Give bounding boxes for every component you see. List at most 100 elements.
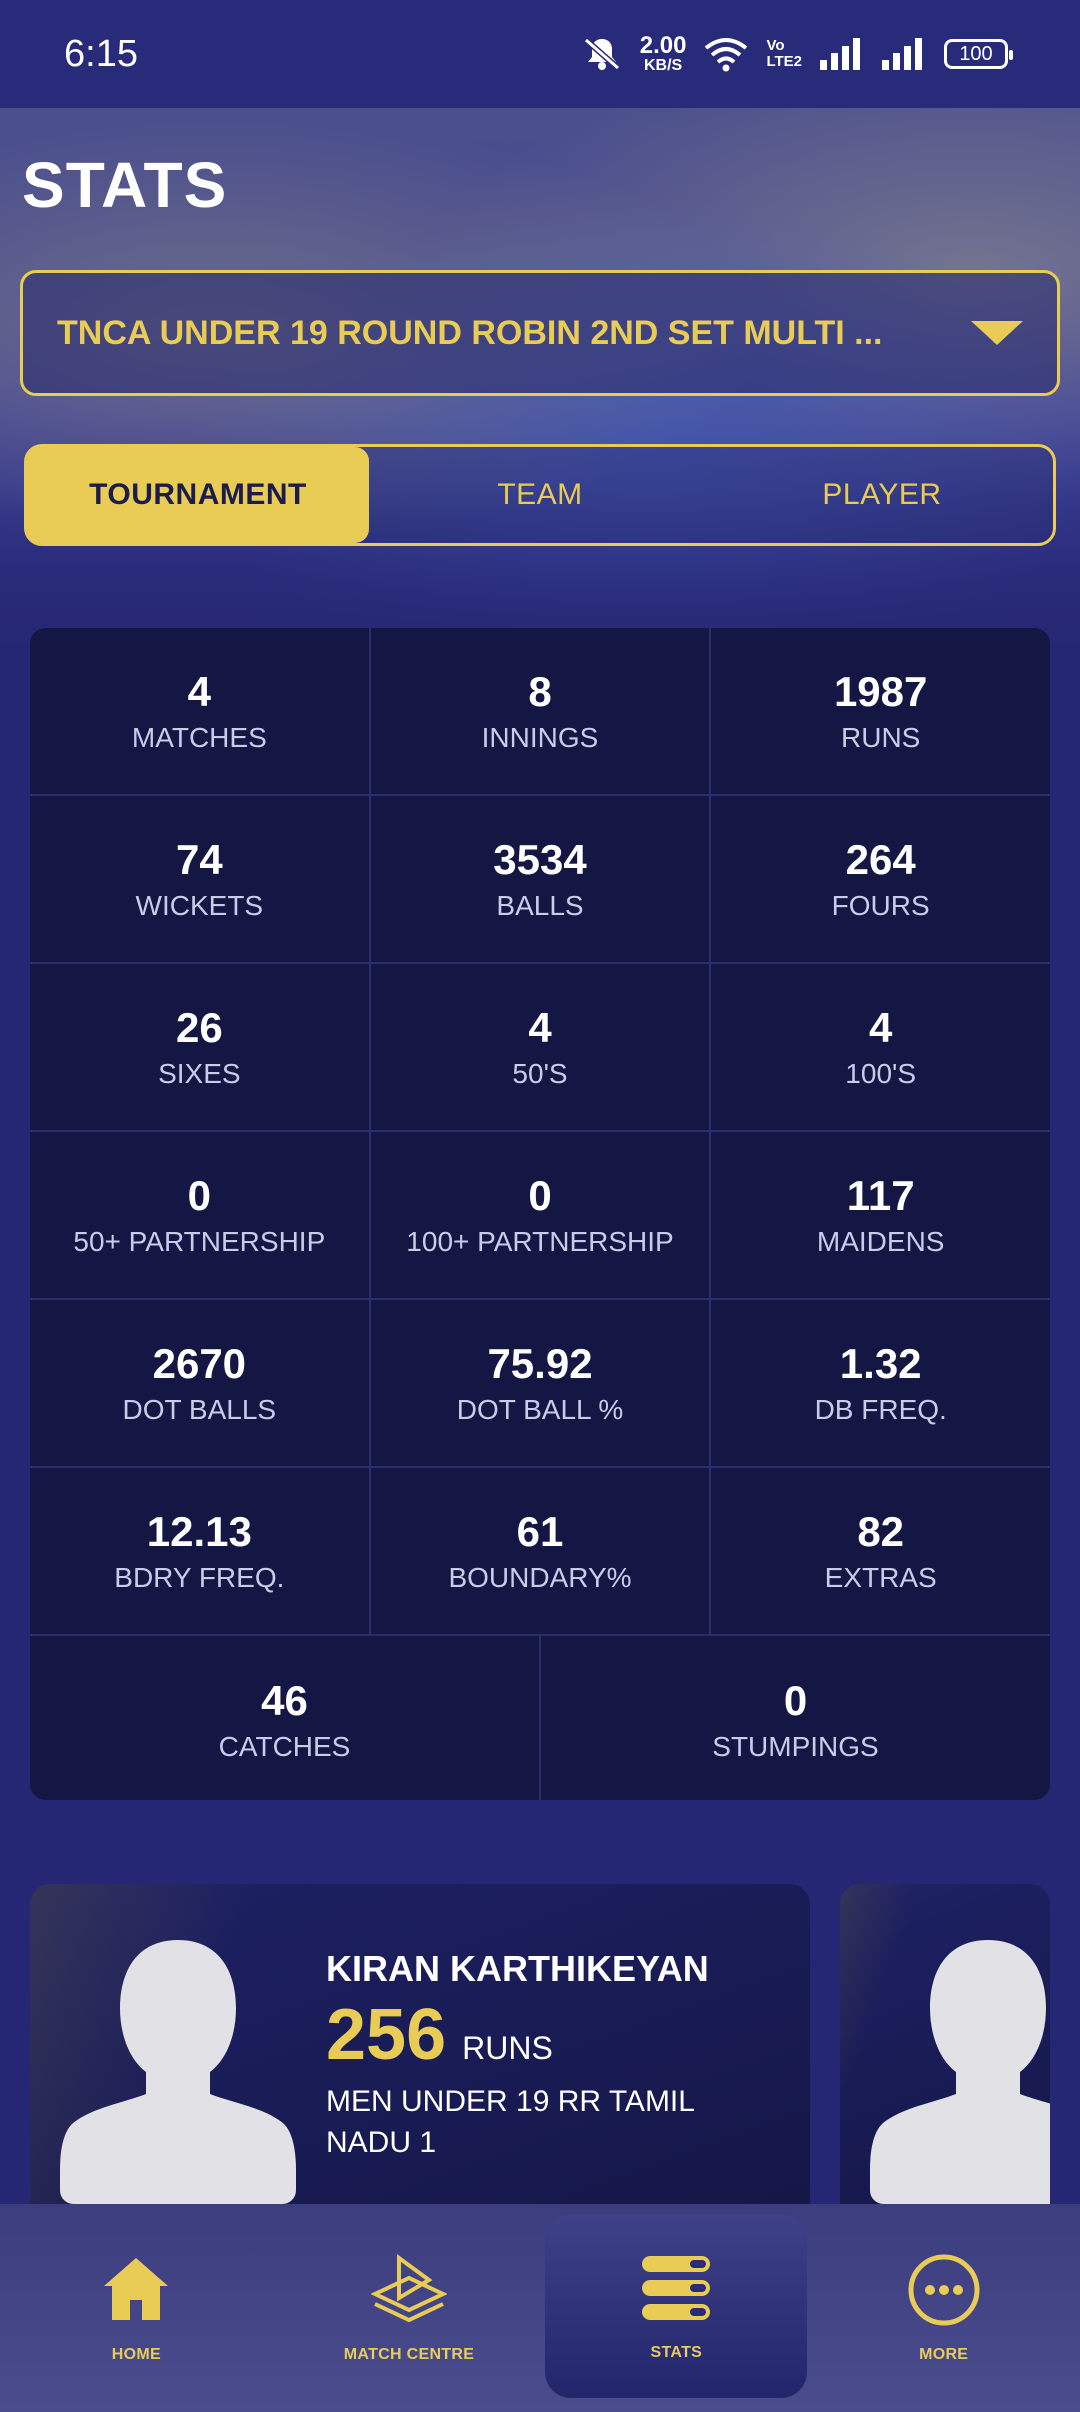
mute-icon (582, 36, 622, 72)
stat-value: 75.92 (487, 1340, 593, 1387)
nav-home-label: HOME (111, 2346, 161, 2363)
stat-hundreds: 4 100'S (711, 964, 1050, 1130)
stat-fifties: 4 50'S (370, 964, 712, 1130)
stat-label: WICKETS (135, 890, 264, 921)
bottom-nav: HOME MATCH CENTRE STATS MORE (0, 2204, 1080, 2412)
page-title: STATS (22, 149, 228, 221)
stat-extras: 82 EXTRAS (711, 1468, 1050, 1634)
stats-grid: 4 MATCHES 8 INNINGS 1987 RUNS 74 WICKETS 353… (30, 628, 1050, 1800)
stat-wickets: 74 WICKETS (30, 796, 371, 962)
nav-more-label: MORE (919, 2346, 969, 2363)
stat-dot-ball-percent: 75.92 DOT BALL % (370, 1300, 712, 1466)
stat-value: 0 (187, 1172, 212, 1219)
play-stack-icon (371, 2252, 447, 2328)
status-icons: 2.00 KB/S Vo LTE2 100 (582, 34, 1013, 74)
player-name: KIRAN KARTHIKEYAN (326, 1948, 709, 1989)
stat-50-partnership: 0 50+ PARTNERSHIP (30, 1132, 371, 1298)
nav-stats-label: STATS (650, 2344, 703, 2361)
stat-value: 12.13 (146, 1508, 252, 1555)
player-info: KIRAN KARTHIKEYAN 256 RUNS MEN UNDER 19 … (326, 1948, 746, 2163)
wifi-icon (704, 36, 748, 72)
status-time: 6:15 (64, 32, 138, 75)
stat-value: 61 (516, 1508, 564, 1555)
tab-player[interactable]: PLAYER (711, 447, 1053, 543)
stats-row: 4 MATCHES 8 INNINGS 1987 RUNS (30, 628, 1050, 796)
stat-matches: 4 MATCHES (30, 628, 371, 794)
nav-stats[interactable]: STATS (545, 2214, 808, 2398)
stat-innings: 8 INNINGS (370, 628, 712, 794)
nav-more[interactable]: MORE (807, 2204, 1080, 2412)
player-runs-label: RUNS (462, 2030, 553, 2066)
stat-value: 117 (846, 1172, 915, 1219)
stat-label: 50'S (512, 1058, 568, 1089)
stat-label: FOURS (831, 890, 930, 921)
tab-tournament[interactable]: TOURNAMENT (27, 447, 369, 543)
signal-icon-2 (882, 38, 926, 70)
signal-icon (820, 38, 864, 70)
stat-value: 4 (187, 668, 212, 715)
stats-tabs: TOURNAMENT TEAM PLAYER (24, 444, 1056, 546)
tab-team[interactable]: TEAM (369, 447, 711, 543)
stat-value: 4 (869, 1004, 893, 1051)
stats-row: 0 50+ PARTNERSHIP 0 100+ PARTNERSHIP 117 MA… (30, 1132, 1050, 1300)
chevron-down-icon (971, 321, 1023, 345)
tournament-dropdown[interactable]: TNCA UNDER 19 ROUND ROBIN 2ND SET MULTI … (20, 270, 1060, 396)
stat-label: BALLS (496, 890, 584, 921)
stat-label: DB FREQ. (814, 1394, 947, 1425)
stat-value: 264 (845, 836, 916, 883)
stat-label: DOT BALLS (122, 1394, 277, 1425)
stat-maidens: 117 MAIDENS (711, 1132, 1050, 1298)
speed-value: 2.00 (639, 32, 687, 59)
stat-label: 50+ PARTNERSHIP (73, 1226, 326, 1257)
stat-label: DOT BALL % (456, 1394, 624, 1425)
stat-value: 3534 (493, 836, 587, 883)
volte-top: Vo (766, 37, 785, 55)
stat-label: STUMPINGS (712, 1731, 879, 1762)
nav-match-centre[interactable]: MATCH CENTRE (273, 2204, 546, 2412)
stat-value: 26 (175, 1004, 223, 1051)
stat-value: 0 (528, 1172, 552, 1219)
stat-balls: 3534 BALLS (370, 796, 712, 962)
volte-bottom: LTE2 (766, 53, 802, 70)
next-player-card[interactable] (840, 1884, 1050, 2204)
stats-row: 46 CATCHES 0 STUMPINGS (30, 1636, 1050, 1800)
home-icon (98, 2252, 174, 2328)
stats-row: 26 SIXES 4 50'S 4 100'S (30, 964, 1050, 1132)
stat-label: SIXES (158, 1058, 241, 1089)
network-speed: 2.00 KB/S (640, 34, 687, 74)
nav-home[interactable]: HOME (0, 2204, 273, 2412)
stat-label: CATCHES (218, 1731, 351, 1762)
stat-value: 1.32 (839, 1340, 922, 1387)
player-runs-row: 256 RUNS (326, 1994, 746, 2076)
stat-db-freq: 1.32 DB FREQ. (711, 1300, 1050, 1466)
stat-dot-balls: 2670 DOT BALLS (30, 1300, 371, 1466)
stat-100-partnership: 0 100+ PARTNERSHIP (370, 1132, 712, 1298)
stat-value: 0 (783, 1677, 808, 1724)
player-runs: 256 (326, 1995, 447, 2075)
stat-label: BDRY FREQ. (114, 1562, 285, 1593)
stats-row: 74 WICKETS 3534 BALLS 264 FOURS (30, 796, 1050, 964)
stat-label: EXTRAS (824, 1562, 937, 1593)
stat-label: MATCHES (131, 722, 267, 753)
stat-catches: 46 CATCHES (30, 1636, 541, 1800)
status-bar: 6:15 2.00 KB/S Vo LTE2 100 (0, 0, 1080, 108)
stat-stumpings: 0 STUMPINGS (541, 1636, 1050, 1800)
stat-value: 74 (175, 836, 223, 883)
avatar-placeholder-icon (60, 1940, 296, 2204)
stat-label: BOUNDARY% (448, 1562, 632, 1593)
stat-sixes: 26 SIXES (30, 964, 371, 1130)
top-player-card[interactable]: KIRAN KARTHIKEYAN 256 RUNS MEN UNDER 19 … (30, 1884, 810, 2204)
stat-bdry-freq: 12.13 BDRY FREQ. (30, 1468, 371, 1634)
stat-value: 46 (261, 1677, 308, 1724)
stat-label: MAIDENS (816, 1226, 945, 1257)
battery-icon: 100 (944, 39, 1013, 69)
volte-indicator: Vo LTE2 (766, 38, 802, 70)
stat-value: 1987 (833, 668, 928, 715)
speed-unit: KB/S (643, 57, 683, 74)
more-dots-icon (906, 2252, 982, 2328)
stat-label: 100'S (845, 1058, 917, 1089)
stat-value: 2670 (152, 1340, 247, 1387)
stat-boundary-percent: 61 BOUNDARY% (370, 1468, 712, 1634)
stat-label: RUNS (841, 722, 921, 753)
nav-match-centre-label: MATCH CENTRE (343, 2346, 475, 2363)
